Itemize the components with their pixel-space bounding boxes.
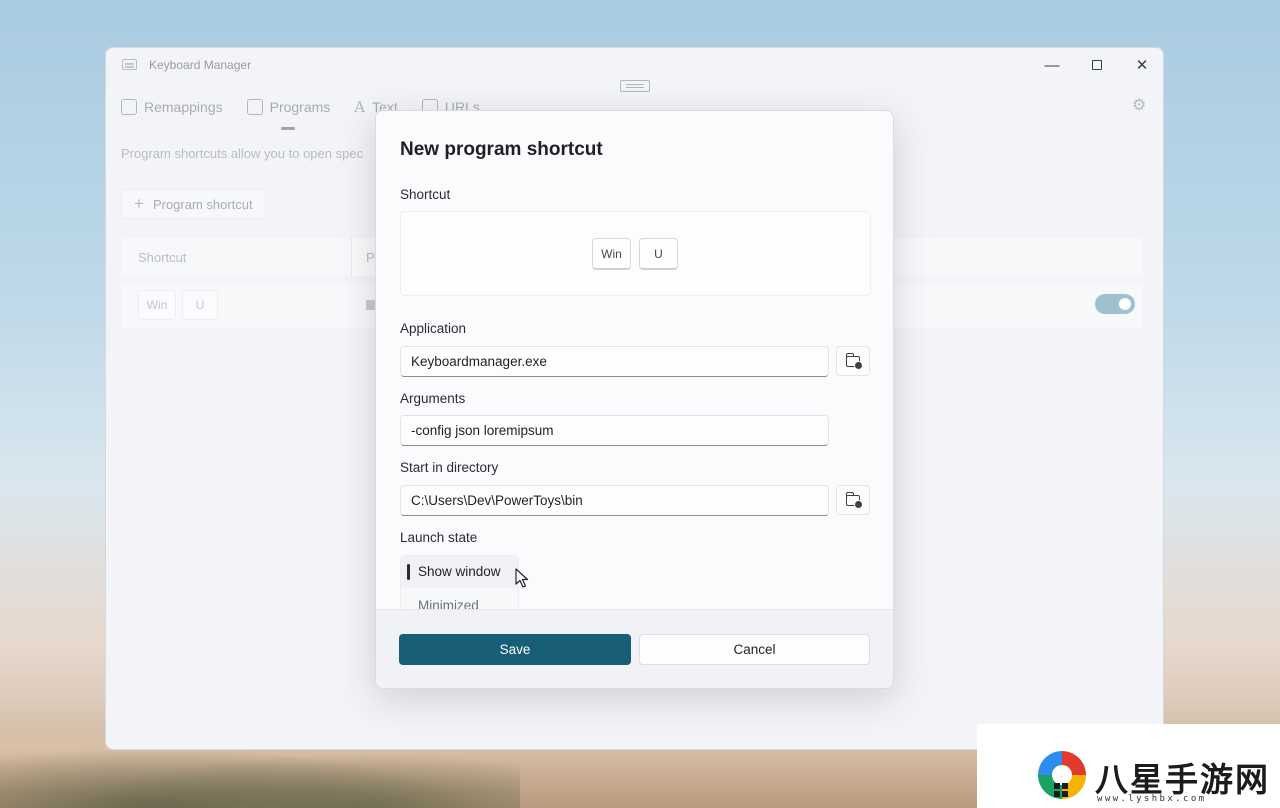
browse-application-button[interactable] (836, 346, 870, 376)
minimize-icon: — (1044, 56, 1060, 74)
tab-remappings[interactable]: Remappings (121, 94, 223, 120)
close-button[interactable]: ✕ (1122, 54, 1162, 76)
arguments-label: Arguments (400, 391, 466, 406)
close-icon: ✕ (1135, 57, 1149, 74)
keyboard-icon (122, 59, 137, 70)
gear-icon[interactable]: ⚙ (1132, 95, 1146, 115)
cancel-button[interactable]: Cancel (639, 634, 870, 665)
application-label: Application (400, 321, 467, 336)
title-bar[interactable]: Keyboard Manager — ✕ (106, 48, 1163, 82)
tab-label: Remappings (144, 99, 223, 115)
arguments-input[interactable]: -config json loremipsum (400, 415, 829, 446)
dialog-title: New program shortcut (400, 139, 603, 160)
programs-icon (246, 99, 263, 115)
start-directory-input[interactable]: C:\Users\Dev\PowerToys\bin (400, 485, 829, 516)
minimize-button[interactable]: — (1032, 54, 1072, 76)
add-button-label: Program shortcut (152, 196, 253, 212)
save-button[interactable]: Save (399, 634, 631, 665)
folder-icon (845, 352, 863, 370)
dialog-footer: Save Cancel (376, 609, 893, 688)
keycap-u: U (639, 238, 678, 270)
column-shortcut: Shortcut (138, 250, 187, 265)
remap-icon (121, 99, 137, 115)
mouse-cursor-icon (515, 568, 529, 588)
page-description: Program shortcuts allow you to open spec (121, 146, 364, 161)
maximize-button[interactable] (1077, 54, 1117, 76)
key-u: U (182, 290, 218, 320)
new-program-shortcut-dialog: New program shortcut Shortcut Win U Appl… (375, 110, 894, 689)
add-program-shortcut-button[interactable]: + Program shortcut (121, 189, 266, 219)
launch-state-option-show-window[interactable]: Show window (401, 556, 518, 588)
tab-programs[interactable]: Programs (246, 94, 331, 130)
plus-icon: + (134, 194, 144, 213)
watermark: 八星手游网 www.lyshbx.com (977, 724, 1280, 808)
site-logo-icon (1038, 751, 1086, 799)
watermark-url: www.lyshbx.com (1097, 794, 1207, 804)
browse-directory-button[interactable] (836, 485, 870, 515)
shortcut-display[interactable]: Win U (400, 211, 871, 296)
launch-state-label: Launch state (400, 530, 478, 545)
tab-label: Programs (269, 99, 331, 115)
application-input[interactable]: Keyboardmanager.exe (400, 346, 829, 377)
shortcut-label: Shortcut (400, 187, 451, 202)
maximize-icon (1092, 60, 1102, 70)
key-win: Win (138, 290, 176, 320)
launch-state-dropdown[interactable]: Show window Minimized (400, 555, 519, 615)
drag-handle-icon[interactable] (620, 80, 650, 92)
folder-icon (845, 491, 863, 509)
start-directory-label: Start in directory (400, 460, 499, 475)
text-icon: A (354, 98, 366, 116)
window-title: Keyboard Manager (149, 58, 252, 72)
shortcut-enabled-toggle[interactable] (1095, 294, 1135, 314)
keycap-win: Win (592, 238, 631, 270)
